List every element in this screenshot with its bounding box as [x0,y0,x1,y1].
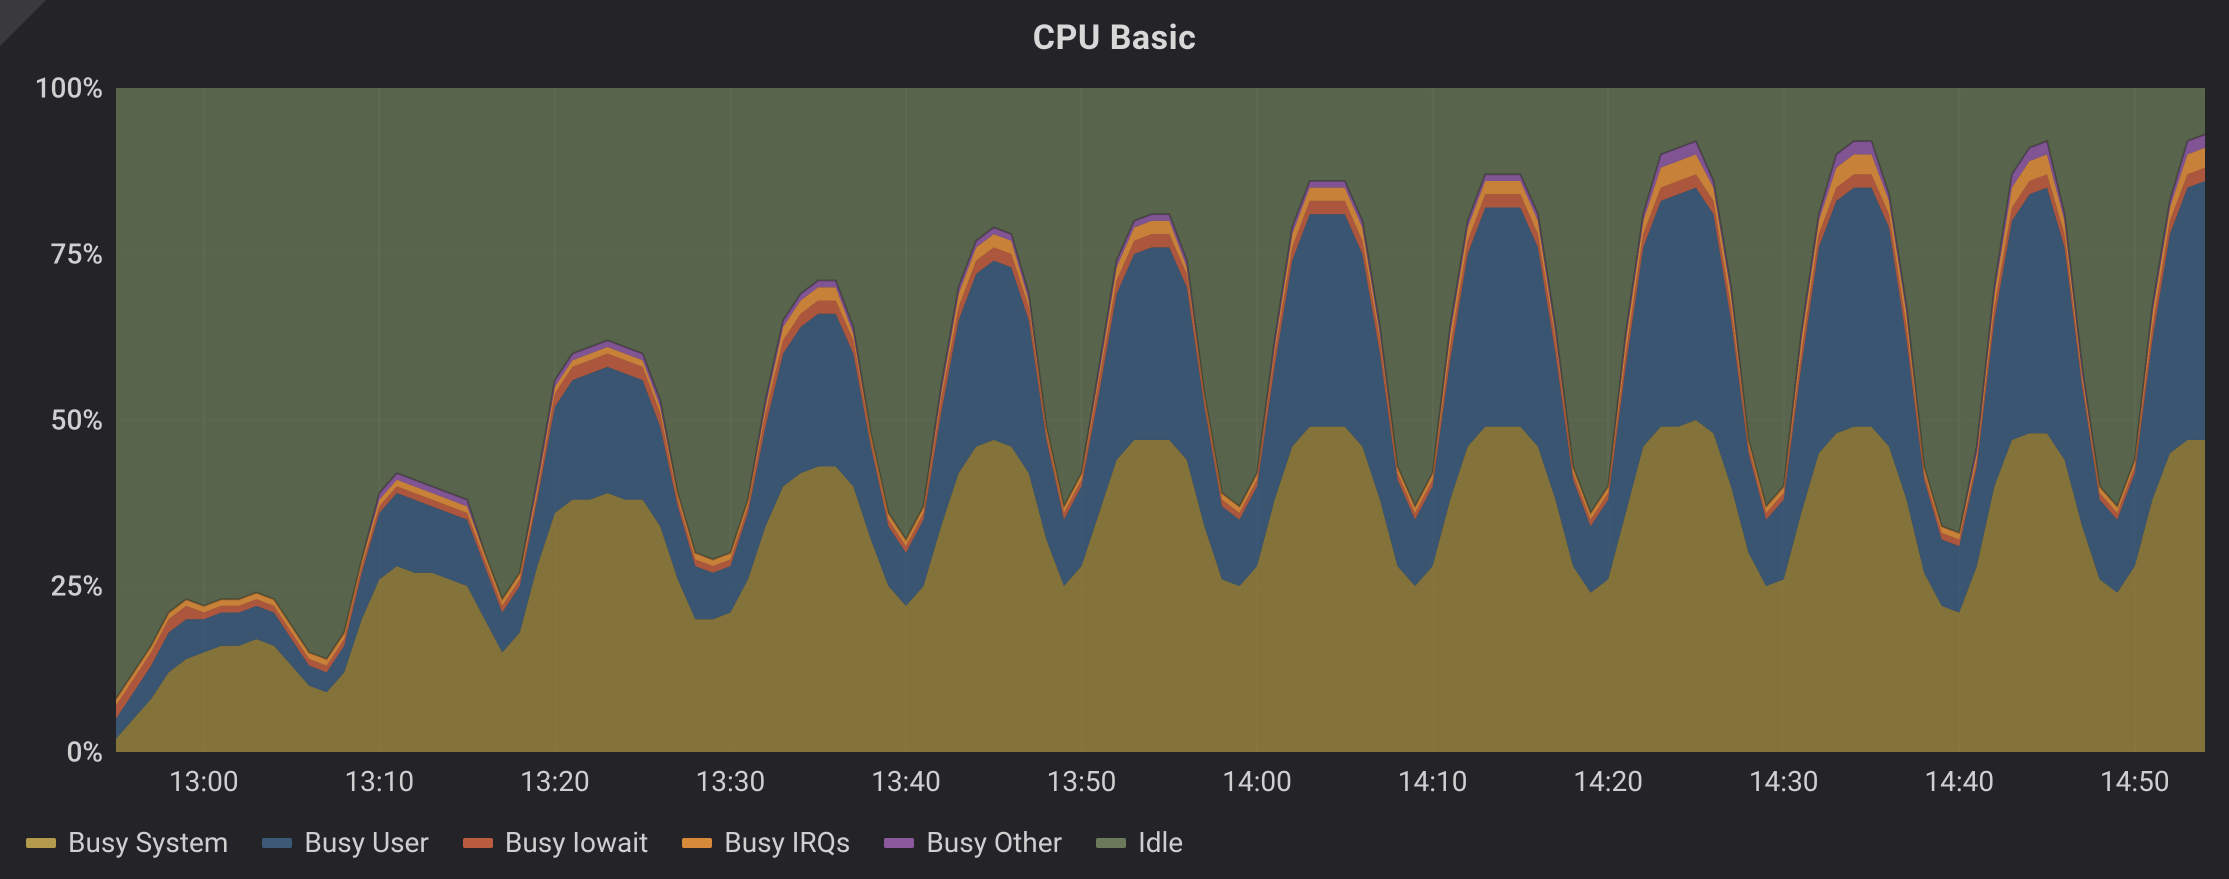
legend-item[interactable]: Busy Other [884,826,1062,859]
plot[interactable] [116,88,2205,752]
chart-area[interactable]: 0% 25% 50% 75% 100% 13:00 13:10 13:20 13:30 13:4… [16,68,2213,812]
legend-swatch-icon [1096,838,1126,848]
x-tick-label: 14:10 [1398,765,1468,798]
x-tick-label: 13:00 [169,765,239,798]
legend: Busy System Busy User Busy Iowait Busy IRQs… [0,812,2229,879]
legend-label: Idle [1138,826,1183,859]
legend-item[interactable]: Busy User [262,826,428,859]
x-tick-label: 13:10 [344,765,414,798]
legend-label: Busy Other [926,826,1062,859]
x-axis: 13:00 13:10 13:20 13:30 13:40 13:50 14:00 14:10… [116,757,2205,812]
y-tick-label: 25% [51,570,103,603]
legend-label: Busy IRQs [724,826,850,859]
x-tick-label: 13:30 [696,765,766,798]
legend-label: Busy System [68,826,228,859]
x-tick-label: 13:50 [1047,765,1117,798]
legend-item[interactable]: Idle [1096,826,1183,859]
legend-swatch-icon [463,838,493,848]
x-tick-label: 13:20 [520,765,590,798]
legend-item[interactable]: Busy System [26,826,228,859]
y-tick-label: 0% [66,736,103,769]
panel-corner-icon [0,0,46,46]
x-tick-label: 14:40 [1924,765,1994,798]
y-axis: 0%25%50%75%100% [16,88,111,752]
legend-label: Busy User [304,826,428,859]
cpu-panel: CPU Basic 0% 25% 50% 75% 100% 13:00 13:10 13:2… [0,0,2229,879]
panel-title: CPU Basic [0,0,2229,68]
x-tick-label: 14:50 [2100,765,2170,798]
legend-item[interactable]: Busy Iowait [463,826,648,859]
x-tick-label: 13:40 [871,765,941,798]
legend-swatch-icon [26,838,56,848]
legend-swatch-icon [682,838,712,848]
x-tick-label: 14:00 [1222,765,1292,798]
x-tick-label: 14:20 [1573,765,1643,798]
legend-item[interactable]: Busy IRQs [682,826,850,859]
y-tick-label: 100% [35,72,103,105]
y-tick-label: 50% [51,404,103,437]
x-tick-label: 14:30 [1749,765,1819,798]
legend-swatch-icon [262,838,292,848]
plot-svg [116,88,2205,752]
legend-label: Busy Iowait [505,826,648,859]
y-tick-label: 75% [51,238,103,271]
legend-swatch-icon [884,838,914,848]
